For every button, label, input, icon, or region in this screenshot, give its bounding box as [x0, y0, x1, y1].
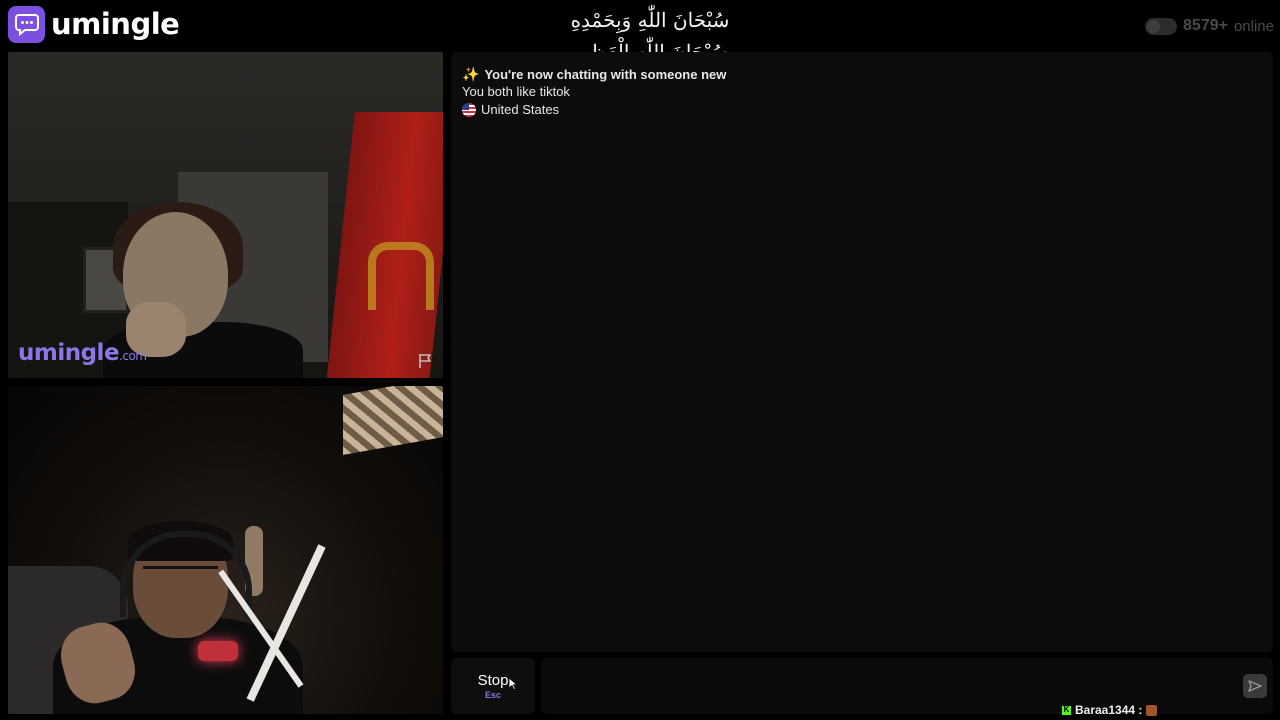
stop-shortcut-hint: Esc	[484, 690, 501, 700]
stranger-video: umingle.com	[8, 52, 443, 378]
report-flag-icon[interactable]	[417, 352, 435, 370]
send-icon	[1248, 680, 1262, 692]
message-text: You're now chatting with someone new	[484, 67, 727, 82]
stream-chat-overlay: K Baraa1344 :	[1062, 703, 1158, 717]
online-label: online	[1233, 17, 1274, 35]
app-root: umingle سُبْحَانَ اللّٰهِ وَبِحَمْدِهِ س…	[0, 0, 1280, 720]
stop-button[interactable]: Stop Esc	[451, 658, 535, 714]
message-text: United States	[481, 102, 560, 117]
logo[interactable]: umingle	[8, 5, 180, 43]
us-flag-icon	[462, 102, 476, 117]
video-flag-mark	[368, 242, 434, 310]
watermark-main: umingle	[18, 340, 120, 366]
system-message-new-chat: ✨ You're now chatting with someone new	[462, 66, 726, 83]
message-input[interactable]	[541, 658, 1273, 714]
system-message-interests: You both like tiktok	[462, 84, 570, 99]
logo-text: umingle	[51, 7, 180, 41]
send-button[interactable]	[1243, 674, 1267, 698]
theme-toggle[interactable]	[1145, 17, 1178, 35]
message-text: You both like tiktok	[462, 84, 570, 99]
overlay-line-1: سُبْحَانَ اللّٰهِ وَبِحَمْدِهِ	[570, 8, 730, 32]
system-message-country: United States	[462, 102, 559, 117]
self-video	[8, 386, 443, 714]
chat-bubble-icon	[8, 5, 45, 43]
online-indicator: 8579+ online	[1145, 14, 1274, 38]
kick-icon: K	[1062, 705, 1071, 715]
chat-panel: ✨ You're now chatting with someone new Y…	[451, 52, 1273, 652]
stream-username: Baraa1344 :	[1075, 703, 1143, 717]
stop-button-label: Stop	[477, 672, 509, 689]
watermark-suffix: .com	[119, 349, 147, 363]
emoji-icon	[1146, 704, 1158, 716]
mouse-cursor-icon	[508, 677, 518, 691]
microphone	[198, 641, 238, 661]
glasses	[143, 566, 218, 583]
sparkle-icon: ✨	[462, 66, 480, 82]
umingle-watermark: umingle.com	[18, 340, 147, 366]
online-count: 8579+	[1183, 17, 1228, 34]
